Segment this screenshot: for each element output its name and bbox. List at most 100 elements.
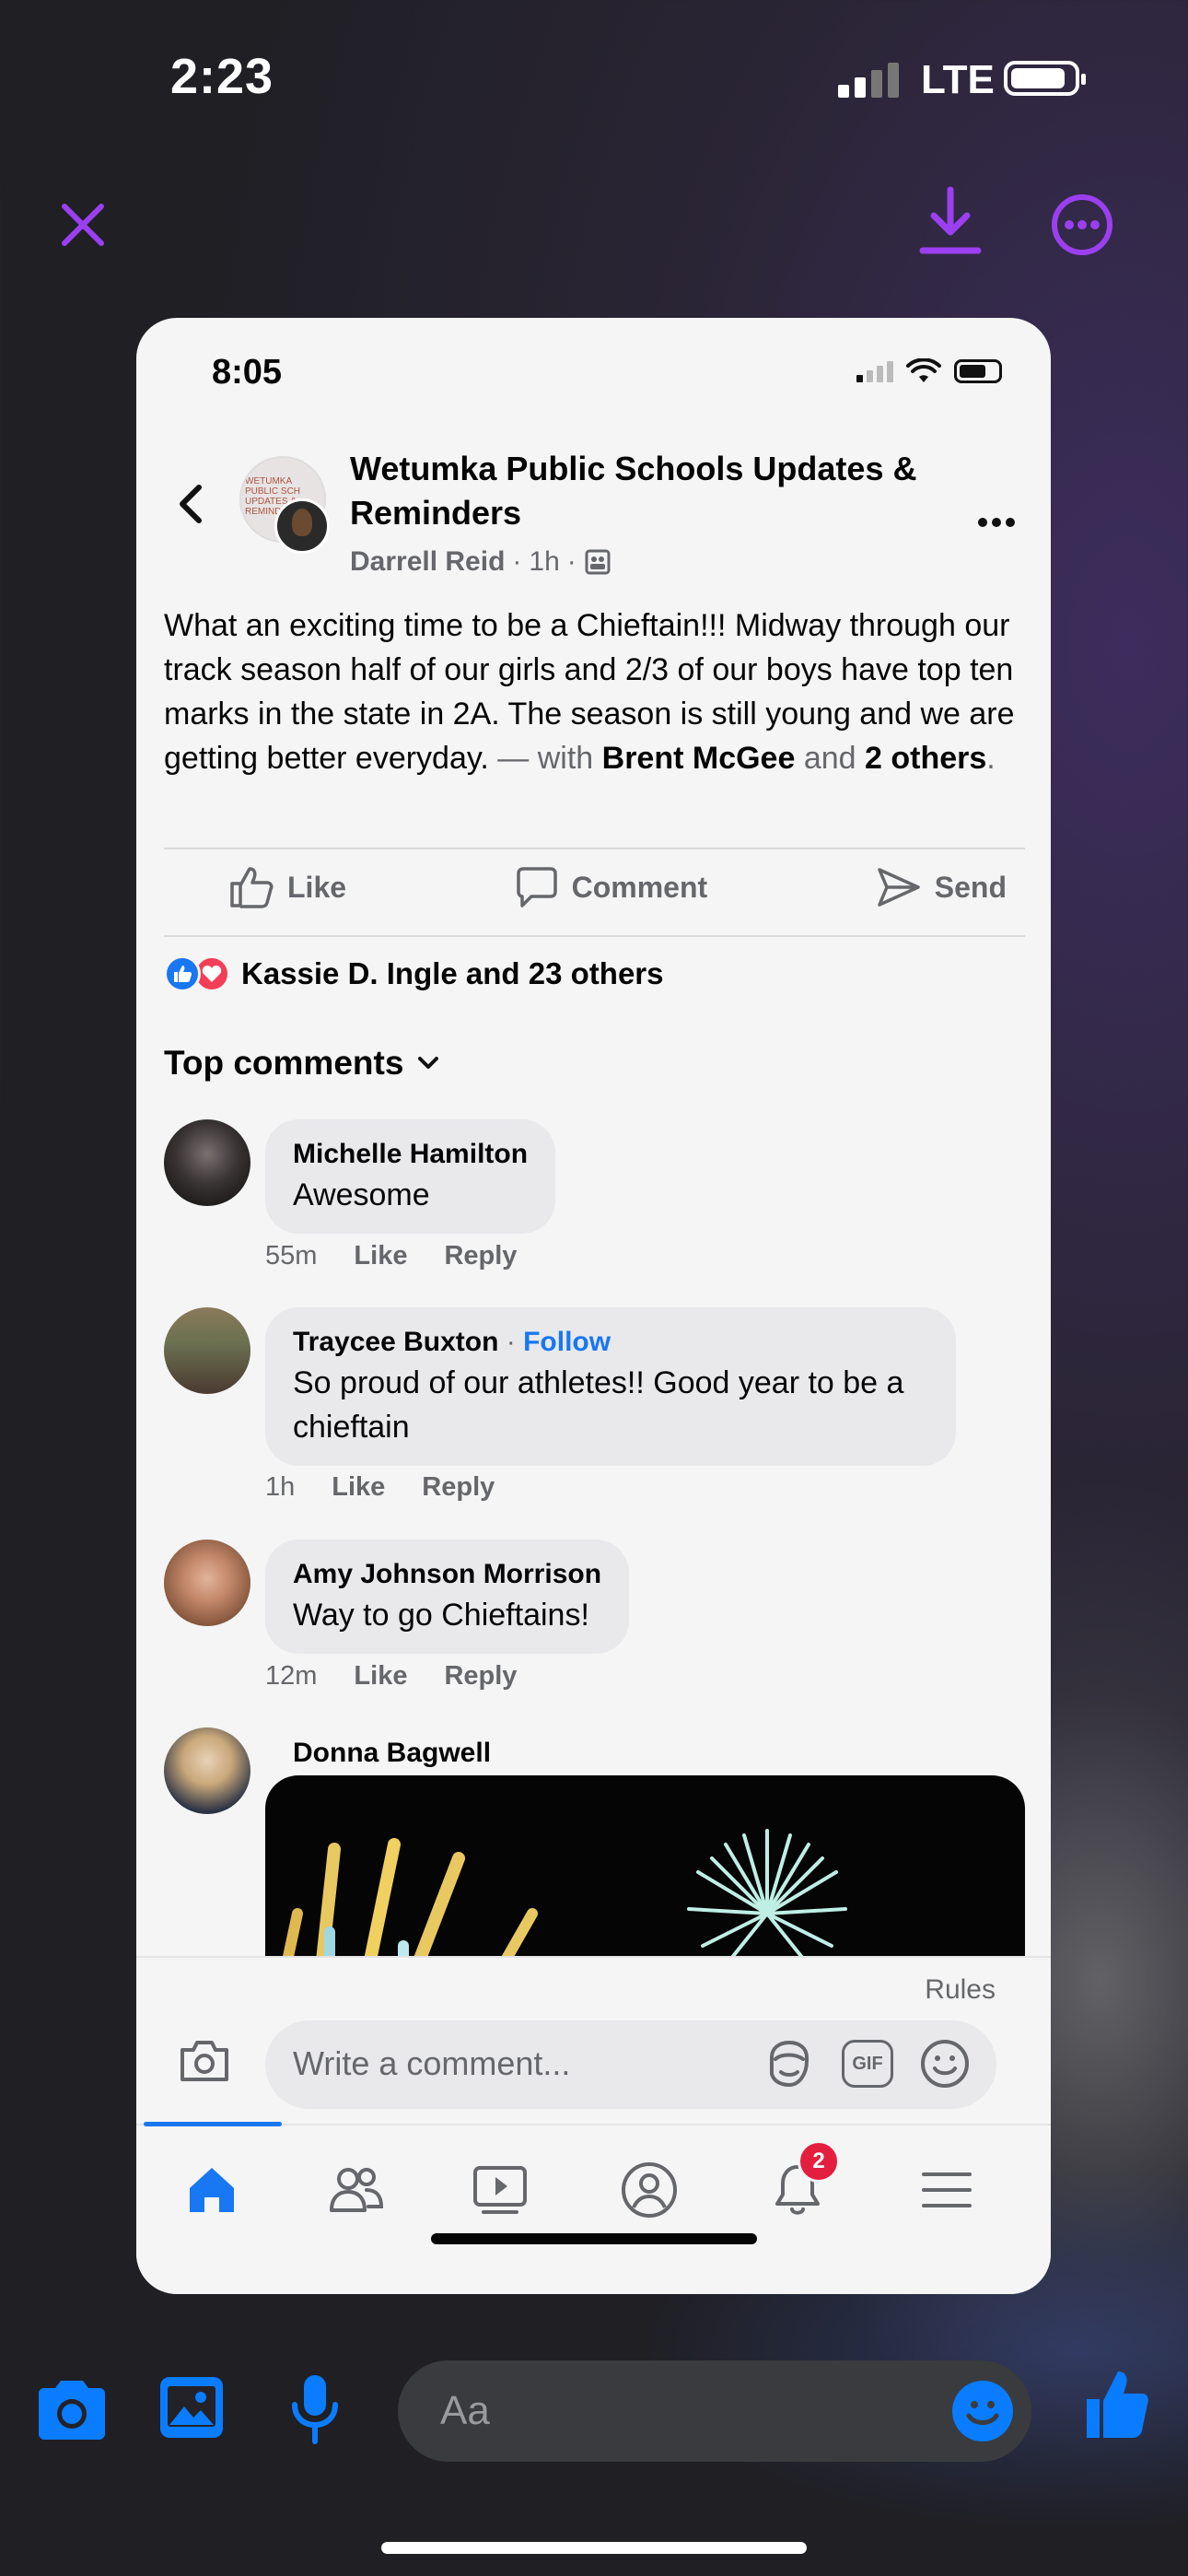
download-icon[interactable] xyxy=(919,186,982,256)
gif-button[interactable]: GIF xyxy=(842,2040,893,2088)
post-options-button[interactable] xyxy=(976,493,1017,539)
inner-status-icons xyxy=(856,358,1002,384)
home-indicator xyxy=(431,2233,757,2244)
avatar-sticker-icon[interactable] xyxy=(763,2037,816,2090)
comment-time: 55m xyxy=(265,1241,318,1270)
home-icon xyxy=(190,2168,234,2212)
follow-button[interactable]: Follow xyxy=(523,1327,611,1357)
author-avatar[interactable] xyxy=(274,498,330,554)
thumbs-up-icon[interactable] xyxy=(1083,2368,1151,2446)
send-icon xyxy=(878,868,920,907)
post-time: 1h xyxy=(529,546,560,577)
post-text: What an exciting time to be a Chieftain!… xyxy=(164,608,1015,776)
tab-watch[interactable] xyxy=(463,2153,537,2227)
composer-icons: GIF xyxy=(763,2037,971,2090)
tab-home[interactable] xyxy=(175,2153,249,2227)
message-input-placeholder: Aa xyxy=(440,2388,490,2433)
close-icon[interactable] xyxy=(61,203,105,247)
comment-reply-button[interactable]: Reply xyxy=(422,1472,495,1503)
divider xyxy=(164,935,1025,937)
home-indicator xyxy=(381,2542,807,2554)
commenter-name[interactable]: Traycee Buxton xyxy=(293,1327,498,1357)
message-input[interactable]: Aa xyxy=(398,2360,1031,2462)
microphone-icon[interactable] xyxy=(287,2373,343,2450)
comment-input-placeholder: Write a comment... xyxy=(293,2044,571,2082)
comment-time: 1h xyxy=(265,1472,296,1502)
comment-like-button[interactable]: Like xyxy=(332,1472,385,1503)
comment-icon xyxy=(516,867,557,907)
camera-icon[interactable] xyxy=(177,2037,232,2090)
profile-icon xyxy=(622,2162,677,2218)
active-tab-indicator xyxy=(144,2122,282,2126)
tab-friends[interactable] xyxy=(319,2153,392,2227)
post-actions: Like Comment Send xyxy=(164,850,1025,924)
comment-meta: 1h Like Reply xyxy=(265,1472,495,1503)
avatar[interactable] xyxy=(164,1119,250,1206)
send-button[interactable]: Send xyxy=(876,866,1025,908)
shared-screenshot: 8:05 WETUMKA PUBLIC SCH UPDATES & REMINDER… xyxy=(136,318,1051,2294)
notification-badge: 2 xyxy=(798,2140,840,2183)
group-audience-icon xyxy=(585,549,611,575)
menu-icon xyxy=(922,2172,972,2207)
avatar[interactable] xyxy=(164,1307,250,1394)
friends-icon xyxy=(330,2168,384,2212)
reactions-summary[interactable]: Kassie D. Ingle and 23 others xyxy=(164,955,664,992)
tab-profile[interactable] xyxy=(612,2153,686,2227)
comment-reply-button[interactable]: Reply xyxy=(444,1661,517,1692)
emoji-icon[interactable] xyxy=(919,2038,971,2090)
network-label: LTE xyxy=(921,57,995,102)
tab-bar: 2 xyxy=(136,2122,1051,2294)
battery-icon xyxy=(954,359,1002,383)
comment-bubble[interactable]: Michelle Hamilton Awesome xyxy=(265,1119,556,1234)
top-comments-filter[interactable]: Top comments xyxy=(164,1044,440,1083)
wifi-icon xyxy=(906,358,941,382)
comment-like-button[interactable]: Like xyxy=(354,1661,407,1692)
post-meta: Darrell Reid · 1h · xyxy=(350,546,611,578)
divider xyxy=(164,848,1025,849)
comment-like-button[interactable]: Like xyxy=(354,1241,407,1271)
commenter-name[interactable]: Amy Johnson Morrison xyxy=(293,1556,601,1593)
avatar[interactable] xyxy=(164,1727,250,1814)
gallery-icon[interactable] xyxy=(158,2375,225,2444)
like-button[interactable]: Like xyxy=(164,865,383,909)
avatar[interactable] xyxy=(164,1540,250,1626)
signal-icon xyxy=(856,360,893,382)
emoji-icon[interactable] xyxy=(952,2381,1013,2441)
author-name[interactable]: Darrell Reid xyxy=(350,546,505,578)
battery-icon xyxy=(1004,61,1086,96)
comment-input[interactable]: Write a comment... GIF xyxy=(265,2020,996,2109)
comment-button[interactable]: Comment xyxy=(515,866,745,908)
comment-meta: 55m Like Reply xyxy=(265,1241,517,1271)
post-header: WETUMKA PUBLIC SCH UPDATES & REMINDERS Wet… xyxy=(136,447,1051,577)
camera-icon[interactable] xyxy=(35,2379,109,2446)
tab-notifications[interactable]: 2 xyxy=(761,2140,840,2227)
inner-status-bar: 8:05 xyxy=(136,318,1051,410)
comment-bubble[interactable]: Amy Johnson Morrison Way to go Chieftain… xyxy=(265,1540,630,1654)
back-button[interactable] xyxy=(175,482,204,534)
commenter-name[interactable]: Donna Bagwell xyxy=(293,1735,491,1772)
commenter-name[interactable]: Michelle Hamilton xyxy=(293,1136,528,1173)
comment-bubble[interactable]: Traycee Buxton · Follow So proud of our … xyxy=(265,1307,956,1466)
status-time: 2:23 xyxy=(170,49,274,104)
like-reaction-icon xyxy=(164,955,201,992)
tagged-person[interactable]: Brent McGee xyxy=(602,741,796,776)
comment-text: Awesome xyxy=(293,1177,430,1212)
status-bar: 2:23 LTE xyxy=(0,0,1188,157)
group-name[interactable]: Wetumka Public Schools Updates & Reminde… xyxy=(350,447,939,535)
inner-status-time: 8:05 xyxy=(212,353,283,392)
signal-icon xyxy=(838,63,899,98)
comment-meta: 12m Like Reply xyxy=(265,1661,517,1692)
comment-text: Way to go Chieftains! xyxy=(293,1598,589,1633)
comment-reply-button[interactable]: Reply xyxy=(444,1241,517,1271)
comment-time: 12m xyxy=(265,1661,318,1691)
chevron-down-icon xyxy=(418,1057,439,1069)
comment-text: So proud of our athletes!! Good year to … xyxy=(293,1365,904,1445)
more-icon[interactable] xyxy=(1050,193,1114,257)
tagged-others[interactable]: 2 others xyxy=(865,741,986,776)
tab-menu[interactable] xyxy=(910,2153,984,2227)
comment-gif-image[interactable] xyxy=(265,1775,1025,1978)
thumbs-up-icon xyxy=(230,867,274,908)
message-composer: Aa xyxy=(0,2340,1188,2488)
rules-link[interactable]: Rules xyxy=(925,1974,996,2006)
video-icon xyxy=(473,2166,527,2214)
